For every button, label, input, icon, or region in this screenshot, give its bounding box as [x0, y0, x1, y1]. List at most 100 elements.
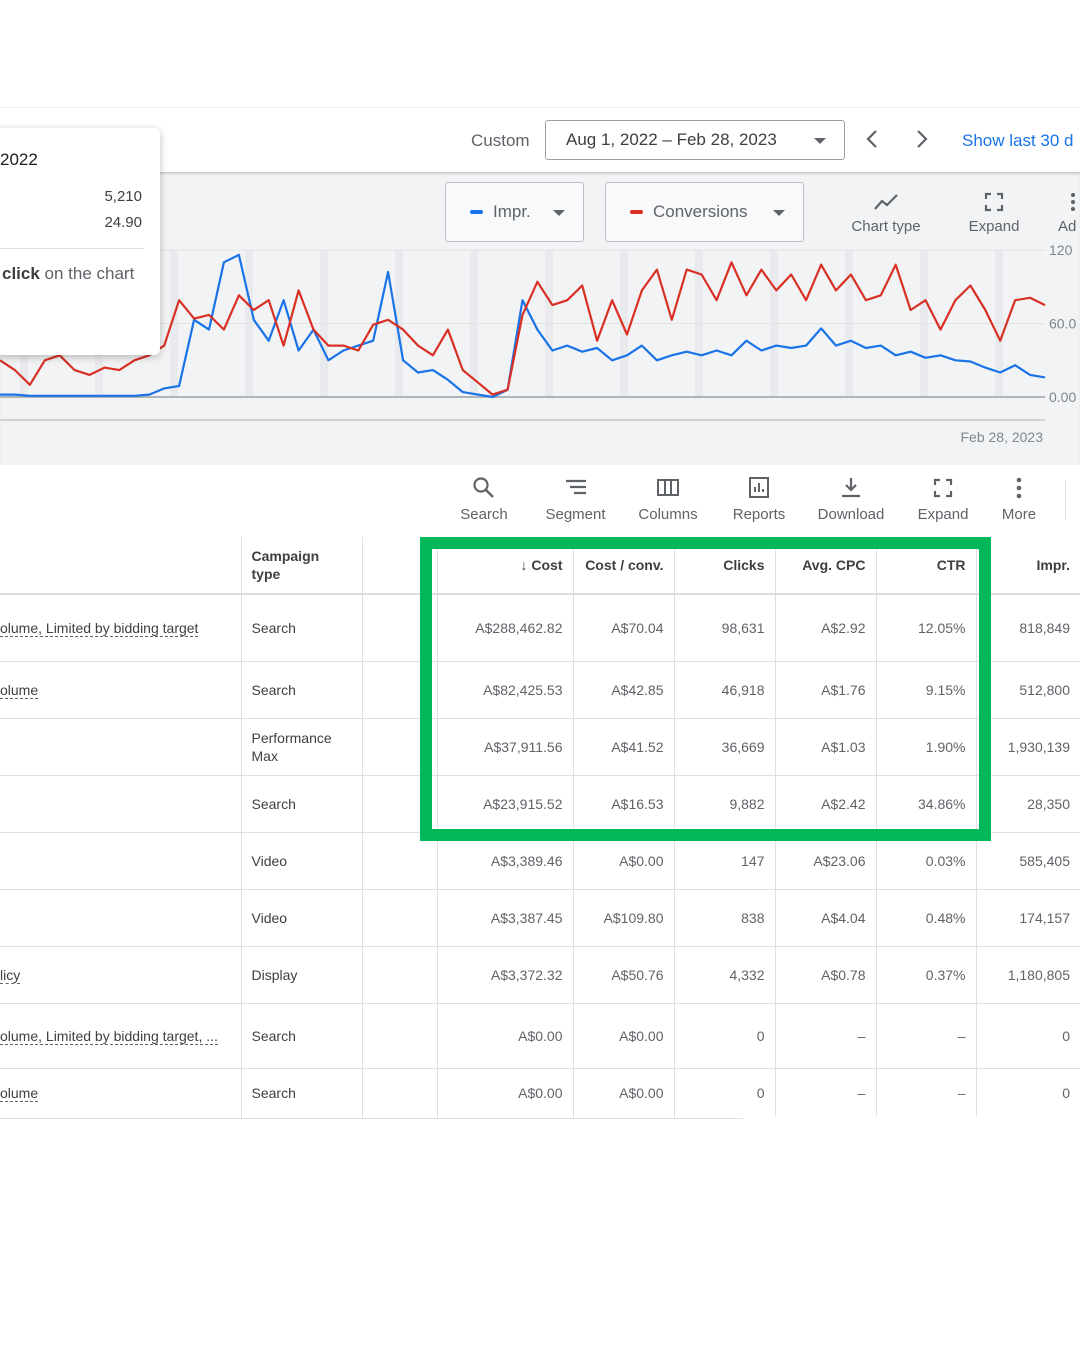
y-tick-label: 120 [1049, 242, 1073, 258]
tooltip-impr-value: 5,210 [104, 188, 142, 205]
avg-cpc-cell: – [775, 1003, 877, 1069]
blank-cell [362, 946, 438, 1004]
cost-cell: A$0.00 [437, 1003, 574, 1069]
chart-ad-button[interactable]: Ad [1058, 192, 1080, 235]
table-row[interactable]: olume Search A$0.00 A$0.00 0– –0 [0, 1068, 1080, 1119]
y-tick-label: 0.00 [1049, 389, 1076, 405]
tooltip-hint: click on the chart [2, 264, 134, 284]
download-icon [842, 478, 860, 498]
col-impr[interactable]: Impr. [976, 537, 1080, 595]
col-campaign-type[interactable]: Campaign type [241, 537, 363, 595]
blank-cell [362, 889, 438, 947]
status-cell [0, 889, 242, 947]
search-icon [473, 477, 494, 498]
date-range-picker[interactable]: Aug 1, 2022 – Feb 28, 2023 [545, 120, 845, 160]
divider [1065, 480, 1066, 520]
segment-button[interactable]: Segment [528, 476, 623, 523]
download-label: Download [817, 506, 885, 523]
table-row[interactable]: licy Display A$3,372.32 A$50.76 4,332 A$0.78 0… [0, 946, 1080, 1004]
status-cell [0, 718, 242, 776]
more-icon [1016, 477, 1022, 499]
segment-icon [565, 479, 586, 495]
impr-cell: 1,180,805 [976, 946, 1080, 1004]
avg-cpc-cell: A$4.04 [775, 889, 877, 947]
impr-cell: 512,800 [976, 661, 1080, 719]
status-cell [0, 775, 242, 833]
ctr-cell: 0.37% [876, 946, 977, 1004]
expand-label: Expand [917, 506, 969, 523]
ad-label: Ad [1058, 218, 1077, 235]
cost-cell: A$3,372.32 [437, 946, 574, 1004]
cost-conv-cell: A$0.00 [573, 1068, 675, 1119]
status-cell: olume, Limited by bidding target [0, 594, 242, 662]
search-label: Search [460, 506, 508, 523]
ctr-cell: – [876, 1003, 977, 1069]
chart-line-icon [874, 194, 898, 210]
y-tick-label: 60.0 [1049, 316, 1076, 332]
clicks-cell: 4,332 [674, 946, 776, 1004]
campaign-type-cell: Display [241, 946, 363, 1004]
range-label: Custom [471, 131, 530, 150]
metric2-label: Conversions [653, 202, 748, 221]
campaign-type-cell: Video [241, 832, 363, 890]
clicks-cell: 838 [674, 889, 776, 947]
tooltip-conv-value: 24.90 [104, 214, 142, 231]
status-text[interactable]: olume, Limited by bidding target [0, 619, 199, 637]
reports-label: Reports [732, 506, 786, 523]
impr-cell: 818,849 [976, 594, 1080, 662]
status-cell: licy [0, 946, 242, 1004]
status-cell: olume, Limited by bidding target, ... [0, 1003, 242, 1069]
tooltip-date: 2022 [0, 150, 38, 169]
chart-expand-button[interactable]: Expand [962, 192, 1026, 235]
chart-tooltip: 2022 5,210 24.90 click on the chart [0, 128, 160, 355]
download-button[interactable]: Download [805, 476, 897, 523]
search-button[interactable]: Search [440, 476, 528, 523]
avg-cpc-cell: – [775, 1068, 877, 1119]
reports-button[interactable]: Reports [713, 476, 805, 523]
columns-button[interactable]: Columns [623, 476, 713, 523]
table-toolbar: Search Segment Columns Reports Download Expan… [440, 476, 1049, 523]
divider [0, 107, 1080, 108]
caret-down-icon [553, 210, 565, 216]
avg-cpc-cell: A$0.78 [775, 946, 877, 1004]
expand-label: Expand [968, 218, 1020, 235]
reports-icon [749, 477, 769, 498]
cost-conv-cell: A$109.80 [573, 889, 675, 947]
expand-icon [984, 192, 1004, 212]
expand-icon [933, 478, 953, 498]
table-row[interactable]: olume, Limited by bidding target, ... Sea… [0, 1003, 1080, 1069]
show-last-link[interactable]: Show last 30 d [962, 131, 1074, 151]
conversions-swatch [630, 210, 643, 214]
expand-button[interactable]: Expand [897, 476, 989, 523]
chart-type-button[interactable]: Chart type [846, 192, 926, 235]
campaign-type-cell: Search [241, 775, 363, 833]
chevron-right-icon[interactable] [910, 128, 932, 150]
blank-cell [362, 1003, 438, 1069]
table-row[interactable]: Video A$3,387.45 A$109.80 838 A$4.04 0.48% 174… [0, 889, 1080, 947]
columns-icon [657, 479, 679, 496]
line-chart[interactable]: 120 60.0 0.00 Feb 28, 2023 [0, 240, 1080, 465]
impr-cell: 1,930,139 [976, 718, 1080, 776]
campaign-type-cell: Search [241, 661, 363, 719]
impr-swatch [470, 210, 483, 214]
status-text[interactable]: olume, Limited by bidding target, ... [0, 1027, 218, 1045]
chevron-left-icon[interactable] [862, 128, 884, 150]
ctr-cell: – [876, 1068, 977, 1119]
divider [0, 248, 144, 249]
ctr-cell: 0.48% [876, 889, 977, 947]
metric1-dropdown[interactable]: Impr. [445, 182, 584, 242]
status-cell: olume [0, 661, 242, 719]
more-button[interactable]: More [989, 476, 1049, 523]
campaign-type-cell: Search [241, 1003, 363, 1069]
status-text[interactable]: licy [0, 966, 21, 984]
blank-cell [362, 1068, 438, 1119]
status-text[interactable]: olume [0, 1085, 39, 1102]
metric2-dropdown[interactable]: Conversions [605, 182, 804, 242]
x-end-label: Feb 28, 2023 [960, 429, 1043, 445]
caret-down-icon [814, 138, 826, 144]
impr-cell: 28,350 [976, 775, 1080, 833]
status-text[interactable]: olume [0, 681, 39, 699]
columns-label: Columns [638, 506, 698, 523]
clicks-cell: 0 [674, 1003, 776, 1069]
highlight-box [420, 537, 991, 841]
